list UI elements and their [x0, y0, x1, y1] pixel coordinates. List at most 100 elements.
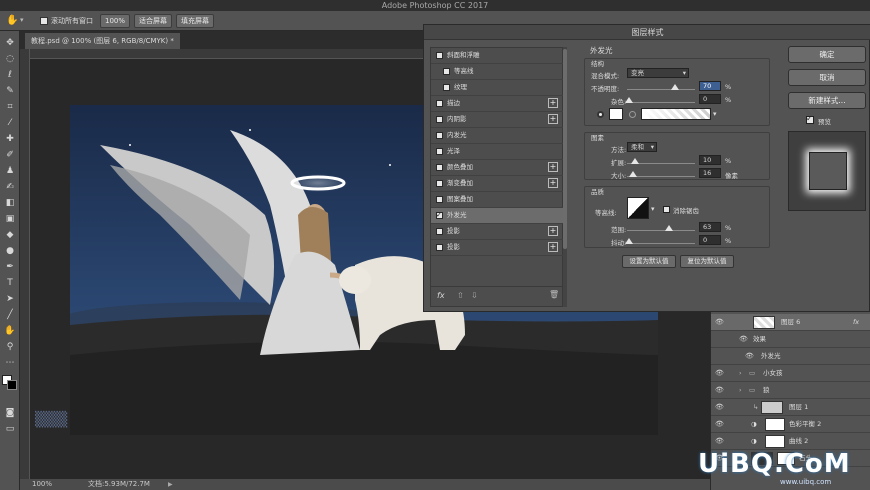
- chevron-down-icon[interactable]: ▾: [651, 205, 655, 213]
- trash-icon[interactable]: 🗑: [549, 290, 559, 299]
- style-item[interactable]: 内发光: [431, 128, 564, 144]
- style-checkbox[interactable]: [436, 132, 443, 139]
- style-item[interactable]: 光泽: [431, 144, 564, 160]
- style-checkbox[interactable]: [436, 180, 443, 187]
- eyedropper-tool-icon[interactable]: ⁄: [3, 117, 17, 130]
- style-checkbox[interactable]: [443, 84, 450, 91]
- layer-group-row[interactable]: 👁 › ▭ 狼: [711, 382, 870, 399]
- style-item[interactable]: 斜面和浮雕: [431, 48, 564, 64]
- style-checkbox[interactable]: [436, 100, 443, 107]
- size-slider-knob[interactable]: [629, 171, 637, 177]
- path-select-tool-icon[interactable]: ➤: [3, 293, 17, 306]
- gradient-preview[interactable]: [641, 108, 711, 120]
- style-checkbox[interactable]: [436, 196, 443, 203]
- cancel-button[interactable]: 取消: [788, 69, 866, 86]
- add-style-button[interactable]: +: [548, 114, 558, 124]
- move-tool-icon[interactable]: ✥: [3, 37, 17, 50]
- opacity-input[interactable]: 70: [699, 81, 721, 91]
- eye-icon[interactable]: 👁: [715, 382, 725, 398]
- background-color-swatch[interactable]: [7, 380, 17, 390]
- eye-icon[interactable]: 👁: [739, 331, 749, 347]
- layer-row[interactable]: 👁 ↳ 图层 1: [711, 399, 870, 416]
- layer-row[interactable]: 👁 图层 6 fx: [711, 314, 870, 331]
- noise-input[interactable]: 0: [699, 94, 721, 104]
- style-item[interactable]: 纹理: [431, 80, 564, 96]
- move-down-icon[interactable]: ⇩: [471, 291, 478, 300]
- range-slider-knob[interactable]: [665, 225, 673, 231]
- blur-tool-icon[interactable]: ◆: [3, 229, 17, 242]
- zoom-tool-icon[interactable]: ⚲: [3, 341, 17, 354]
- add-style-button[interactable]: +: [548, 226, 558, 236]
- layer-group-row[interactable]: 👁 › ▭ 小女孩: [711, 365, 870, 382]
- set-default-button[interactable]: 设置为默认值: [622, 255, 676, 268]
- history-brush-tool-icon[interactable]: ✍: [3, 181, 17, 194]
- style-item[interactable]: 颜色叠加 +: [431, 160, 564, 176]
- ok-button[interactable]: 确定: [788, 46, 866, 63]
- style-item[interactable]: 投影 +: [431, 240, 564, 256]
- quick-mask-icon[interactable]: ◙: [3, 407, 17, 420]
- jitter-input[interactable]: 0: [699, 235, 721, 245]
- add-style-button[interactable]: +: [548, 162, 558, 172]
- noise-slider-knob[interactable]: [625, 97, 633, 103]
- eye-icon[interactable]: 👁: [715, 399, 725, 415]
- vertical-ruler[interactable]: [20, 49, 30, 479]
- move-up-icon[interactable]: ⇧: [457, 291, 464, 300]
- zoom-100-button[interactable]: 100%: [100, 14, 130, 28]
- style-item[interactable]: 内阴影 +: [431, 112, 564, 128]
- style-checkbox[interactable]: [436, 228, 443, 235]
- eye-icon[interactable]: 👁: [715, 416, 725, 432]
- add-style-button[interactable]: +: [548, 242, 558, 252]
- brush-tool-icon[interactable]: ✐: [3, 149, 17, 162]
- document-tab[interactable]: 教程.psd @ 100% (图层 6, RGB/8/CMYK) *: [25, 33, 180, 49]
- chevron-right-icon[interactable]: ›: [739, 382, 742, 398]
- chevron-down-icon[interactable]: ▾: [20, 16, 24, 24]
- more-tools-icon[interactable]: ⋯: [3, 357, 17, 370]
- style-item[interactable]: 等高线: [431, 64, 564, 80]
- chevron-down-icon[interactable]: ▾: [713, 110, 717, 118]
- range-slider[interactable]: [627, 230, 695, 231]
- eye-icon[interactable]: 👁: [715, 314, 725, 330]
- add-style-button[interactable]: +: [548, 178, 558, 188]
- quick-select-tool-icon[interactable]: ✎: [3, 85, 17, 98]
- status-arrow-icon[interactable]: ▶: [168, 479, 173, 490]
- size-slider[interactable]: [627, 176, 695, 177]
- glow-color-swatch[interactable]: [609, 108, 623, 120]
- healing-brush-tool-icon[interactable]: ✚: [3, 133, 17, 146]
- range-input[interactable]: 63: [699, 222, 721, 232]
- style-item[interactable]: 投影 +: [431, 224, 564, 240]
- layer-adjustment-row[interactable]: 👁 ◑ 色彩平衡 2: [711, 416, 870, 433]
- lasso-tool-icon[interactable]: ℓ: [3, 69, 17, 82]
- reset-default-button[interactable]: 复位为默认值: [680, 255, 734, 268]
- pen-tool-icon[interactable]: ✒: [3, 261, 17, 274]
- size-input[interactable]: 16: [699, 168, 721, 178]
- dodge-tool-icon[interactable]: ●: [3, 245, 17, 258]
- style-checkbox[interactable]: [436, 244, 443, 251]
- style-checkbox[interactable]: [436, 116, 443, 123]
- gradient-radio[interactable]: [629, 111, 636, 118]
- anti-alias-checkbox[interactable]: [663, 206, 670, 213]
- contour-preview[interactable]: [627, 197, 649, 219]
- color-radio-selected[interactable]: [597, 111, 604, 118]
- fx-icon[interactable]: fx: [853, 314, 859, 330]
- style-list-scrollbar[interactable]: [563, 47, 567, 307]
- hand-tool-icon[interactable]: ✋: [3, 325, 17, 338]
- fill-screen-button[interactable]: 填充屏幕: [176, 14, 214, 28]
- noise-slider[interactable]: [627, 102, 695, 103]
- add-style-button[interactable]: +: [548, 98, 558, 108]
- blend-mode-select[interactable]: 变亮 ▾: [627, 68, 689, 78]
- jitter-slider-knob[interactable]: [625, 238, 633, 244]
- layer-effects-row[interactable]: 👁 效果: [711, 331, 870, 348]
- new-style-button[interactable]: 新建样式...: [788, 92, 866, 109]
- spread-slider-knob[interactable]: [631, 158, 639, 164]
- type-tool-icon[interactable]: T: [3, 277, 17, 290]
- eraser-tool-icon[interactable]: ◧: [3, 197, 17, 210]
- jitter-slider[interactable]: [627, 243, 695, 244]
- layer-adjustment-row[interactable]: 👁 ◑ 曲线 2: [711, 433, 870, 450]
- gradient-tool-icon[interactable]: ▣: [3, 213, 17, 226]
- line-tool-icon[interactable]: ╱: [3, 309, 17, 322]
- eye-icon[interactable]: 👁: [715, 433, 725, 449]
- spread-input[interactable]: 10: [699, 155, 721, 165]
- style-item[interactable]: 图案叠加: [431, 192, 564, 208]
- opacity-slider-knob[interactable]: [671, 84, 679, 90]
- crop-tool-icon[interactable]: ⌗: [3, 101, 17, 114]
